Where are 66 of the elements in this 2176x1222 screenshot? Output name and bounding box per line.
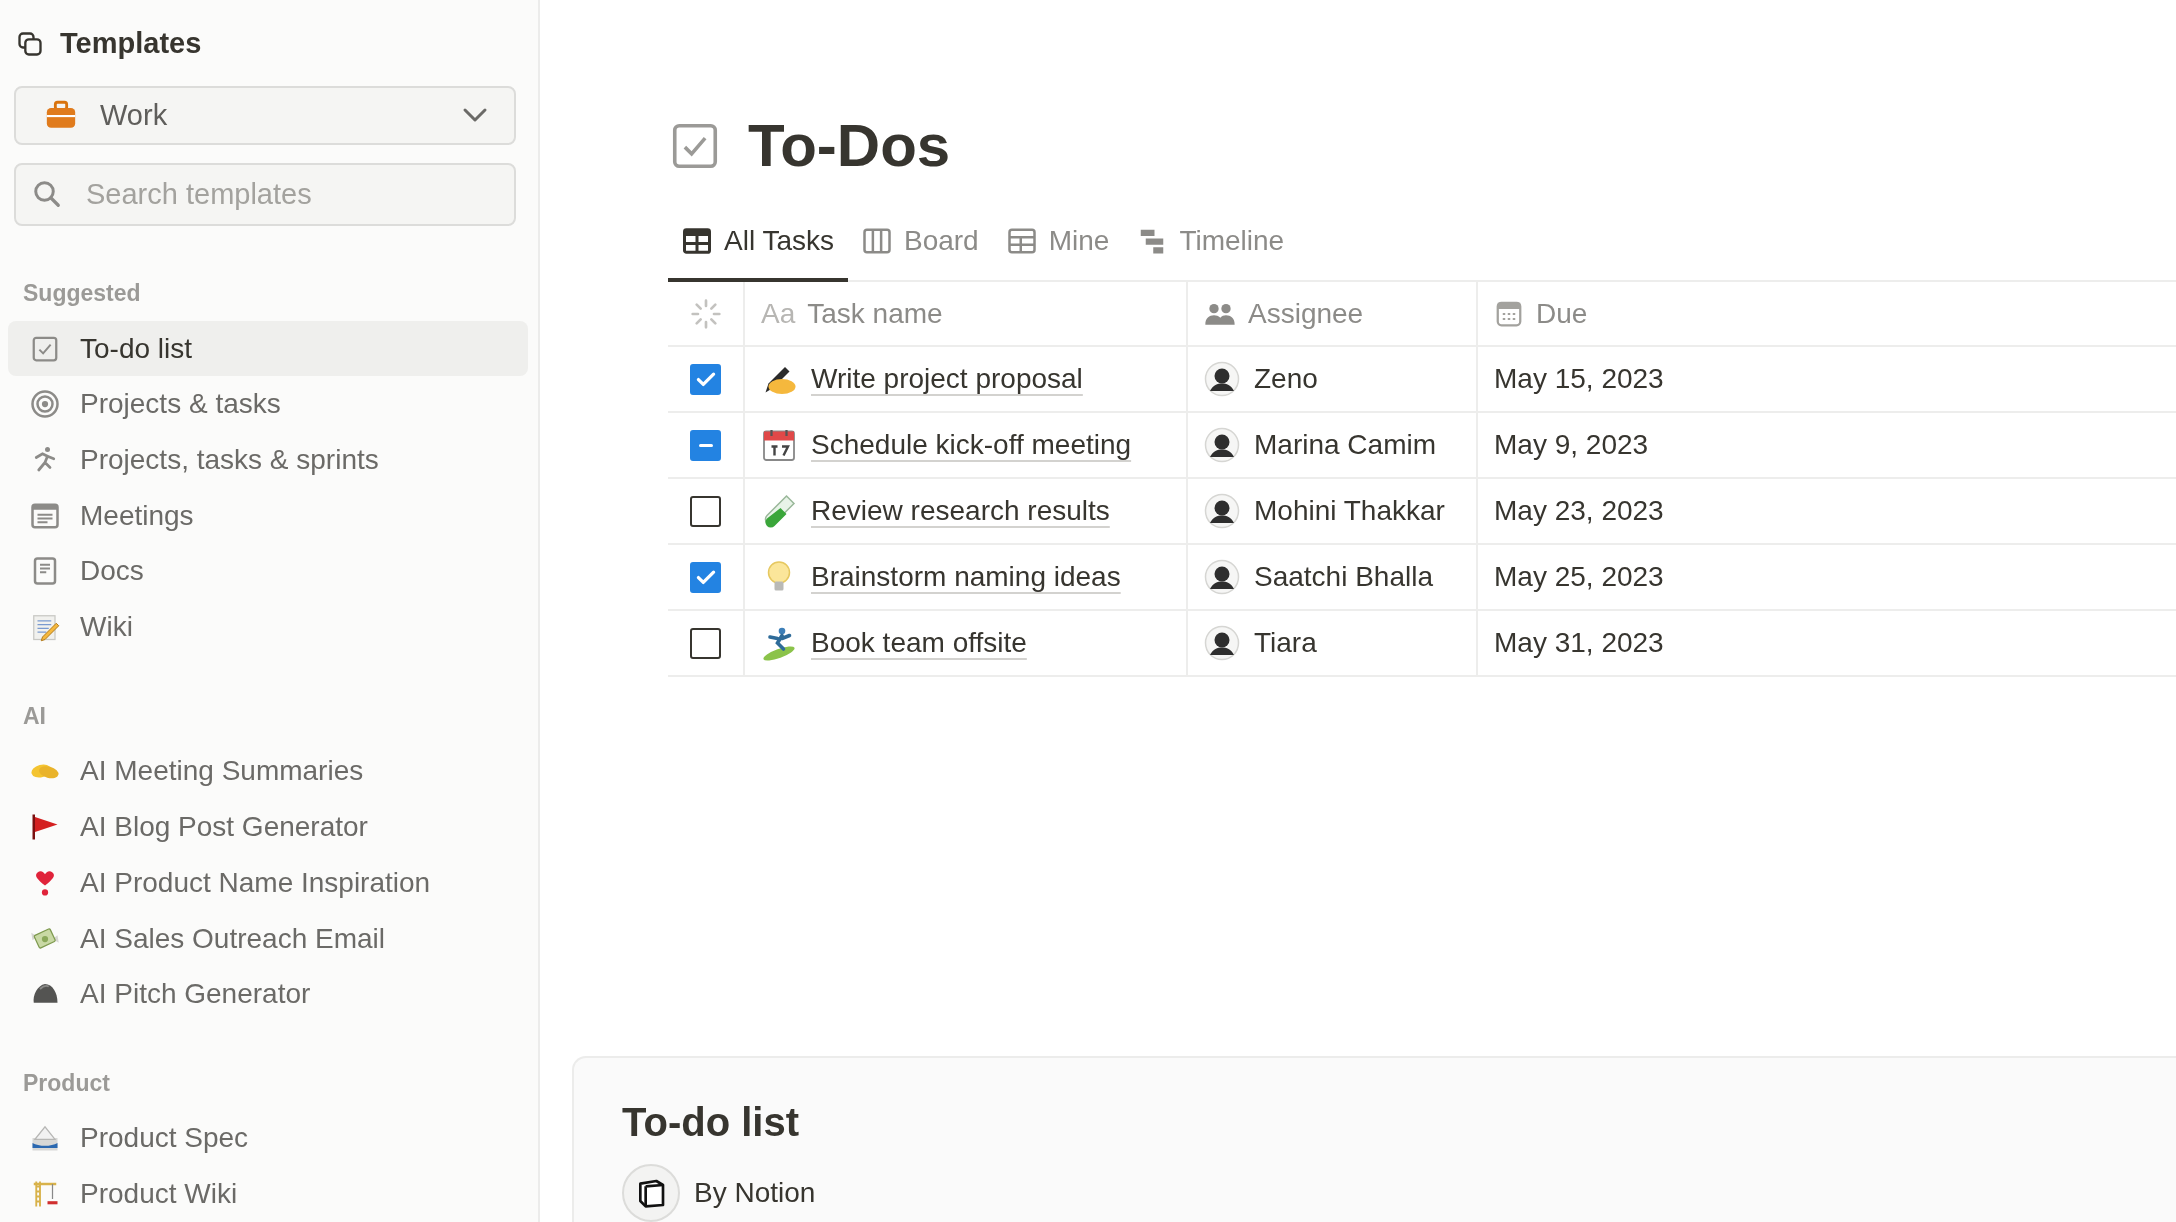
avatar-icon [1204, 559, 1240, 595]
task-name-link[interactable]: Review research results [811, 490, 1110, 532]
template-item[interactable]: Product Spec [8, 1110, 528, 1167]
checkbox[interactable] [690, 561, 721, 593]
checkbox[interactable] [690, 627, 721, 659]
page-title: To-Dos [748, 111, 951, 181]
checkbox[interactable] [690, 495, 721, 527]
template-item[interactable]: AI Blog Post Generator [8, 799, 528, 855]
type-icon: Aa [761, 292, 796, 335]
assignee-name: Tiara [1254, 626, 1317, 660]
table-icon [682, 226, 712, 256]
section-heading: Product [22, 1069, 111, 1099]
template-item[interactable]: Product Wiki [8, 1166, 528, 1222]
avatar-icon [1204, 625, 1240, 661]
assignee-name: Mohini Thakkar [1254, 494, 1445, 528]
board-columns-icon [861, 226, 892, 256]
card-title: To-do list [622, 1099, 800, 1146]
template-item[interactable]: To-do list [8, 320, 528, 377]
template-item[interactable]: Projects, tasks & sprints [8, 432, 528, 488]
assignee-name: Zeno [1254, 362, 1318, 396]
column-label: Task name [807, 296, 943, 331]
template-item[interactable]: AI Sales Outreach Email [8, 910, 528, 967]
template-item[interactable]: Wiki [8, 599, 528, 656]
column-label: Due [1536, 296, 1588, 331]
checkbox[interactable] [690, 429, 721, 461]
task-name-link[interactable]: Write project proposal [811, 358, 1083, 400]
view-tab[interactable]: Mine [992, 212, 1124, 282]
view-tab[interactable]: Timeline [1123, 212, 1299, 282]
avatar-icon [1204, 493, 1240, 529]
calendar-icon [761, 427, 797, 463]
section-heading: Suggested [22, 279, 142, 309]
template-item[interactable]: AI Pitch Generator [8, 966, 528, 1023]
template-item[interactable]: Docs [8, 543, 528, 600]
task-name-link[interactable]: Book team offsite [811, 622, 1027, 664]
view-tab[interactable]: Board [847, 212, 993, 282]
section-heading: AI [22, 702, 47, 732]
due-date: May 25, 2023 [1494, 560, 1664, 594]
avatar-icon [1204, 361, 1240, 397]
assignee-name: Saatchi Bhalla [1254, 560, 1433, 594]
author-label: By Notion [694, 1176, 816, 1210]
due-date: May 9, 2023 [1494, 428, 1649, 462]
checkbox[interactable] [690, 363, 721, 395]
template-item[interactable]: AI Meeting Summaries [8, 743, 528, 800]
spinner-icon [689, 297, 722, 330]
view-tab[interactable]: All Tasks [668, 212, 848, 282]
flag-icon [30, 812, 60, 843]
template-item[interactable]: Projects & tasks [8, 376, 528, 433]
task-name-link[interactable]: Schedule kick-off meeting [811, 424, 1132, 466]
copy-icon [16, 29, 44, 58]
task-name-link[interactable]: Brainstorm naming ideas [811, 556, 1121, 598]
envelope-icon [30, 1123, 60, 1154]
due-date: May 31, 2023 [1494, 626, 1664, 660]
column-label: Assignee [1248, 296, 1364, 331]
notepad-icon [30, 612, 60, 643]
avatar-icon [1204, 427, 1240, 463]
assignee-name: Marina Camim [1254, 428, 1437, 462]
template-item[interactable]: Meetings [8, 487, 528, 544]
due-date: May 15, 2023 [1494, 362, 1664, 396]
surfer-icon [761, 625, 797, 661]
template-item[interactable]: AI Product Name Inspiration [8, 854, 528, 911]
table-icon [1006, 226, 1037, 256]
target-icon [30, 389, 60, 420]
category-dropdown[interactable]: Work [14, 85, 516, 146]
search-field[interactable]: Search templates [14, 163, 516, 227]
due-date: May 23, 2023 [1494, 494, 1664, 528]
sidebar-title: Templates [60, 26, 202, 61]
